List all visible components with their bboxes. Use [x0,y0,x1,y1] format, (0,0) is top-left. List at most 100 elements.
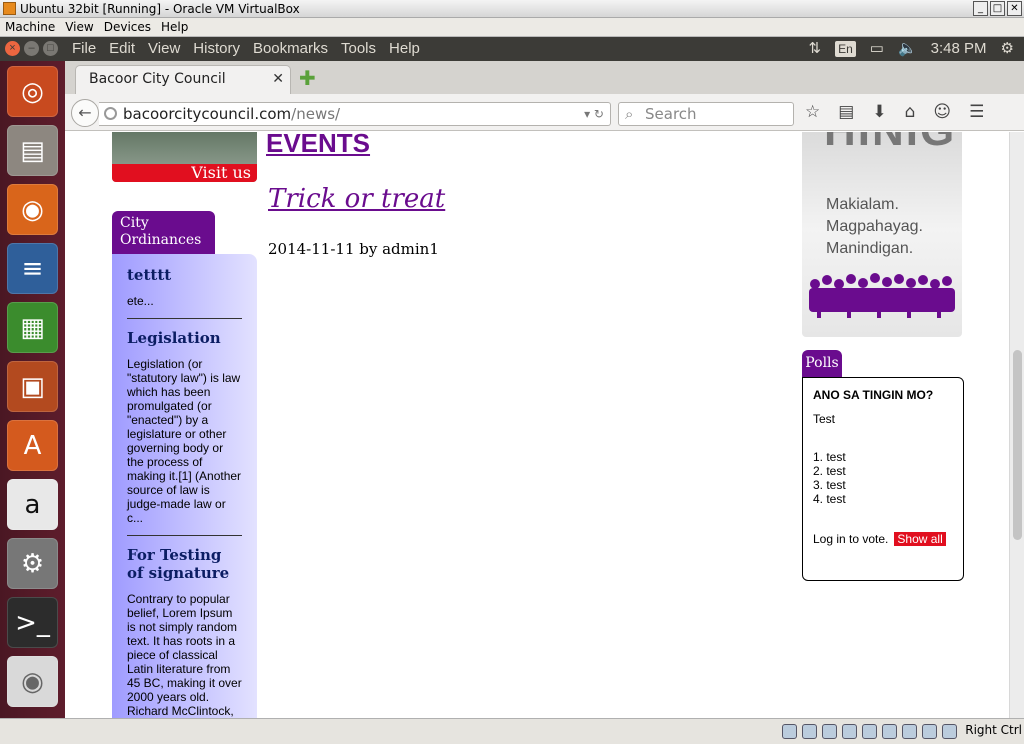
home-icon[interactable]: ⌂ [905,102,916,122]
chat-icon[interactable]: ☺ [933,102,951,122]
close-button[interactable]: ✕ [1007,1,1022,16]
vbox-menu-help[interactable]: Help [156,18,193,36]
page-content: Visit us City Ordinances tetttt ete... L… [65,132,1009,718]
menu-file[interactable]: File [72,37,96,61]
hinig-banner[interactable]: HINIG Makialam. Magpahayag. Manindigan. [802,132,962,337]
maximize-button[interactable]: □ [990,1,1005,16]
virtualbox-icon [3,2,16,15]
vbox-window-title: Ubuntu 32bit [Running] - Oracle VM Virtu… [20,2,300,16]
window-maximize-icon[interactable]: □ [43,41,58,56]
ordinance-title[interactable]: For Testing of signature [127,546,242,582]
search-placeholder: Search [645,105,697,123]
vbox-status-bar: Right Ctrl [0,718,1024,744]
tagline-line: Makialam. [826,196,899,213]
bookmark-star-icon[interactable]: ☆ [805,102,820,122]
poll-option: 4. test [813,492,846,506]
vbox-menu-bar: Machine View Devices Help [0,18,1024,37]
menu-edit[interactable]: Edit [109,37,135,61]
files-icon[interactable]: ▤ [7,125,58,176]
menu-history[interactable]: History [193,37,240,61]
network-adapter-icon[interactable] [902,724,917,739]
ordinance-excerpt: Legislation (or "statutory law") is law … [127,357,242,525]
tab-bar: Bacoor City Council ✕ ✚ [65,61,1024,94]
tab-bacoor-city-council[interactable]: Bacoor City Council ✕ [75,65,291,94]
crowd-silhouette-icon [809,273,955,318]
list-item: For Testing of signature Contrary to pop… [127,546,242,718]
scrollbar-thumb[interactable] [1013,350,1022,540]
downloads-icon[interactable]: ⬇ [872,102,886,122]
optical-drive-icon[interactable] [802,724,817,739]
post-title-link[interactable]: Trick or treat [268,184,445,214]
impress-icon[interactable]: ▣ [7,361,58,412]
url-bar[interactable]: bacoorcitycouncil.com/news/ ▾ ↻ [99,102,611,126]
shared-folders-icon[interactable] [842,724,857,739]
navigation-toolbar: ← bacoorcitycouncil.com/news/ ▾ ↻ ⌕ Sear… [65,94,1024,131]
poll-option: 1. test [813,450,846,464]
tagline-line: Manindigan. [826,240,914,257]
back-button[interactable]: ← [71,99,99,127]
page-scrollbar[interactable] [1009,132,1024,718]
menu-help[interactable]: Help [389,37,420,61]
software-center-icon[interactable]: A [7,420,58,471]
ubuntu-dash-icon[interactable]: ◎ [7,66,58,117]
menu-tools[interactable]: Tools [341,37,376,61]
banner-headline: HINIG [824,132,956,156]
gear-icon[interactable]: ⚙ [1001,37,1014,61]
usb-icon[interactable] [822,724,837,739]
vbox-menu-devices[interactable]: Devices [99,18,156,36]
reading-list-icon[interactable]: ▤ [838,102,854,122]
tab-title: Bacoor City Council [89,71,226,87]
writer-icon[interactable]: ≡ [7,243,58,294]
tab-close-icon[interactable]: ✕ [272,66,284,93]
ordinance-title[interactable]: tetttt [127,266,242,284]
host-key-label: Right Ctrl [965,723,1022,737]
unity-launcher: ◎ ▤ ◉ ≡ ▦ ▣ A a ⚙ >_ ◉ [0,61,65,718]
poll-option: 3. test [813,478,846,492]
visit-us-banner[interactable]: Visit us [112,132,257,182]
display-icon[interactable] [862,724,877,739]
dvd-icon[interactable]: ◉ [7,656,58,707]
events-heading[interactable]: EVENTS [266,132,370,159]
poll-description: Test [813,412,836,426]
search-input[interactable]: ⌕ Search [618,102,794,126]
keyboard-layout-indicator[interactable]: En [835,41,856,57]
calc-icon[interactable]: ▦ [7,302,58,353]
poll-login-text[interactable]: Log in to vote. [813,532,888,546]
guest-screen: × – □ File Edit View History Bookmarks T… [0,37,1024,718]
new-tab-button[interactable]: ✚ [299,68,316,88]
url-path: /news/ [291,105,341,123]
url-host: bacoorcitycouncil.com [123,105,292,123]
tagline-line: Magpahayag. [826,218,923,235]
amazon-icon[interactable]: a [7,479,58,530]
reload-icon[interactable]: ▾ ↻ [584,103,604,125]
show-all-button[interactable]: Show all [894,532,946,546]
menu-view[interactable]: View [148,37,180,61]
firefox-icon[interactable]: ◉ [7,184,58,235]
window-minimize-icon[interactable]: – [24,41,39,56]
hamburger-menu-icon[interactable]: ☰ [969,102,984,122]
network-icon[interactable]: ⇅ [809,37,822,61]
menu-bookmarks[interactable]: Bookmarks [253,37,328,61]
system-settings-icon[interactable]: ⚙ [7,538,58,589]
video-capture-icon[interactable] [882,724,897,739]
volume-icon[interactable]: 🔈 [898,37,917,61]
minimize-button[interactable]: _ [973,1,988,16]
vbox-title-bar: Ubuntu 32bit [Running] - Oracle VM Virtu… [0,0,1024,18]
top-panel: × – □ File Edit View History Bookmarks T… [0,37,1024,61]
vbox-menu-machine[interactable]: Machine [0,18,60,36]
ordinance-excerpt: Contrary to popular belief, Lorem Ipsum … [127,592,242,718]
clock[interactable]: 3:48 PM [931,37,987,61]
mouse-integration-icon[interactable] [922,724,937,739]
city-ordinances-tab: City Ordinances [112,211,215,255]
ordinance-title[interactable]: Legislation [127,329,242,347]
search-icon: ⌕ [625,105,634,123]
harddisk-icon[interactable] [782,724,797,739]
globe-icon [104,107,117,120]
polls-tab: Polls [802,350,842,377]
keyboard-capture-icon[interactable] [942,724,957,739]
battery-icon[interactable]: ▭ [870,37,884,61]
vbox-menu-view[interactable]: View [60,18,98,36]
window-close-icon[interactable]: × [5,41,20,56]
terminal-icon[interactable]: >_ [7,597,58,648]
ordinance-excerpt: ete... [127,294,154,308]
